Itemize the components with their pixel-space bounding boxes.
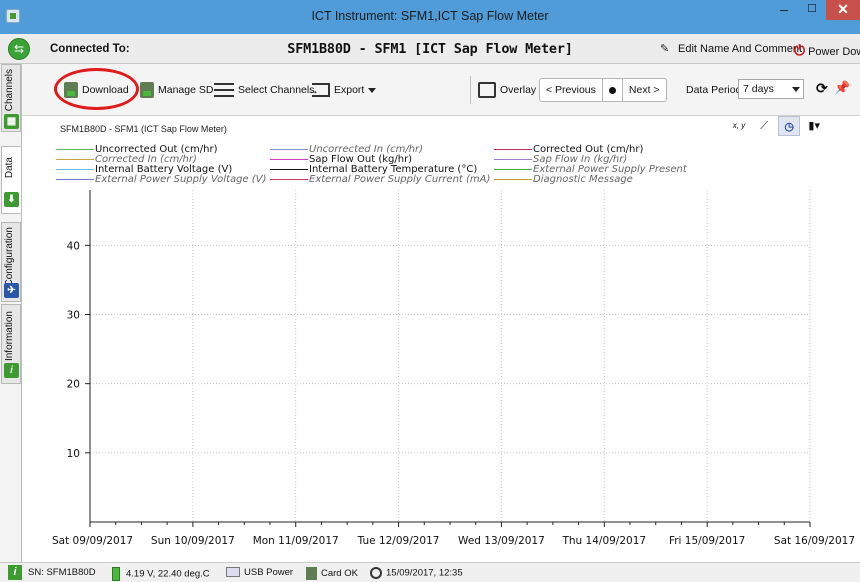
x-tick-label: Sat 16/09/2017: [774, 535, 855, 547]
tab-channels-label: Channels: [4, 69, 15, 112]
connection-bar: ⇆ Connected To: SFM1B80D - SFM1 [ICT Sap…: [0, 34, 860, 64]
clock-icon: [370, 567, 382, 579]
pencil-icon: ✎: [660, 43, 670, 55]
status-bar: i SN: SFM1B80D 4.19 V, 22.40 deg.C USB P…: [0, 562, 860, 582]
main-panel: Download Manage SD Select Channels Expor…: [22, 64, 860, 562]
edit-name-label: Edit Name And Comment: [678, 43, 803, 55]
x-tick-label: Wed 13/09/2017: [458, 535, 545, 547]
maximize-button[interactable]: ☐: [798, 0, 826, 20]
x-tick-label: Fri 15/09/2017: [669, 535, 745, 547]
download-arrow-icon: ⬇: [4, 192, 19, 207]
x-tick-label: Tue 12/09/2017: [357, 535, 440, 547]
battery-text: 4.19 V, 22.40 deg.C: [126, 568, 210, 580]
grid-icon: ▦: [4, 114, 19, 129]
power-status: USB Power: [226, 567, 293, 578]
sd-card-icon: [306, 567, 317, 580]
card-text: Card OK: [321, 568, 358, 580]
battery-status: 4.19 V, 22.40 deg.C: [112, 567, 210, 581]
tab-data[interactable]: Data ⬇: [1, 146, 21, 214]
power-icon: ⏻: [794, 42, 806, 58]
usb-icon: [226, 567, 240, 578]
tab-information-label: Information: [4, 311, 15, 362]
x-tick-label: Sat 09/09/2017: [52, 535, 133, 547]
x-tick-label: Sun 10/09/2017: [151, 535, 235, 547]
edit-name-button[interactable]: ✎ Edit Name And Comment: [660, 42, 802, 55]
power-down-button[interactable]: ⏻Power Down: [794, 42, 860, 59]
tab-data-label: Data: [4, 157, 15, 179]
tab-information[interactable]: Information i: [1, 304, 21, 384]
minimize-button[interactable]: –: [770, 0, 798, 20]
card-status: Card OK: [306, 567, 358, 580]
window-titlebar: ICT Instrument: SFM1,ICT Sap Flow Meter …: [0, 0, 860, 34]
x-tick-label: Mon 11/09/2017: [253, 535, 339, 547]
y-tick-label: 20: [67, 379, 80, 391]
serial-number: SN: SFM1B80D: [28, 567, 96, 578]
side-tab-strip: Channels ▦ Data ⬇ Configuration ✈ Inform…: [0, 64, 22, 562]
tab-configuration-label: Configuration: [4, 227, 15, 287]
x-tick-label: Thu 14/09/2017: [561, 535, 646, 547]
y-tick-label: 10: [67, 448, 80, 460]
tab-configuration[interactable]: Configuration ✈: [1, 222, 21, 302]
chart-plot: 10 20 30 40 Sat 09/09/2017 Sun 10/09/2017 Mon …: [52, 190, 855, 547]
tab-channels[interactable]: Channels ▦: [1, 64, 21, 132]
info-icon: i: [8, 565, 22, 580]
close-button[interactable]: ✕: [826, 0, 860, 20]
power-text: USB Power: [244, 567, 294, 578]
power-down-label: Power Down: [808, 46, 860, 58]
clock-text: 15/09/2017, 12:35: [386, 567, 463, 579]
wrench-icon: ✈: [4, 283, 19, 298]
y-tick-label: 40: [67, 240, 80, 252]
info-icon: i: [4, 363, 19, 378]
y-tick-label: 30: [67, 310, 80, 322]
battery-icon: [112, 567, 120, 581]
window-title: ICT Instrument: SFM1,ICT Sap Flow Meter: [311, 9, 549, 23]
clock-status: 15/09/2017, 12:35: [370, 567, 463, 579]
